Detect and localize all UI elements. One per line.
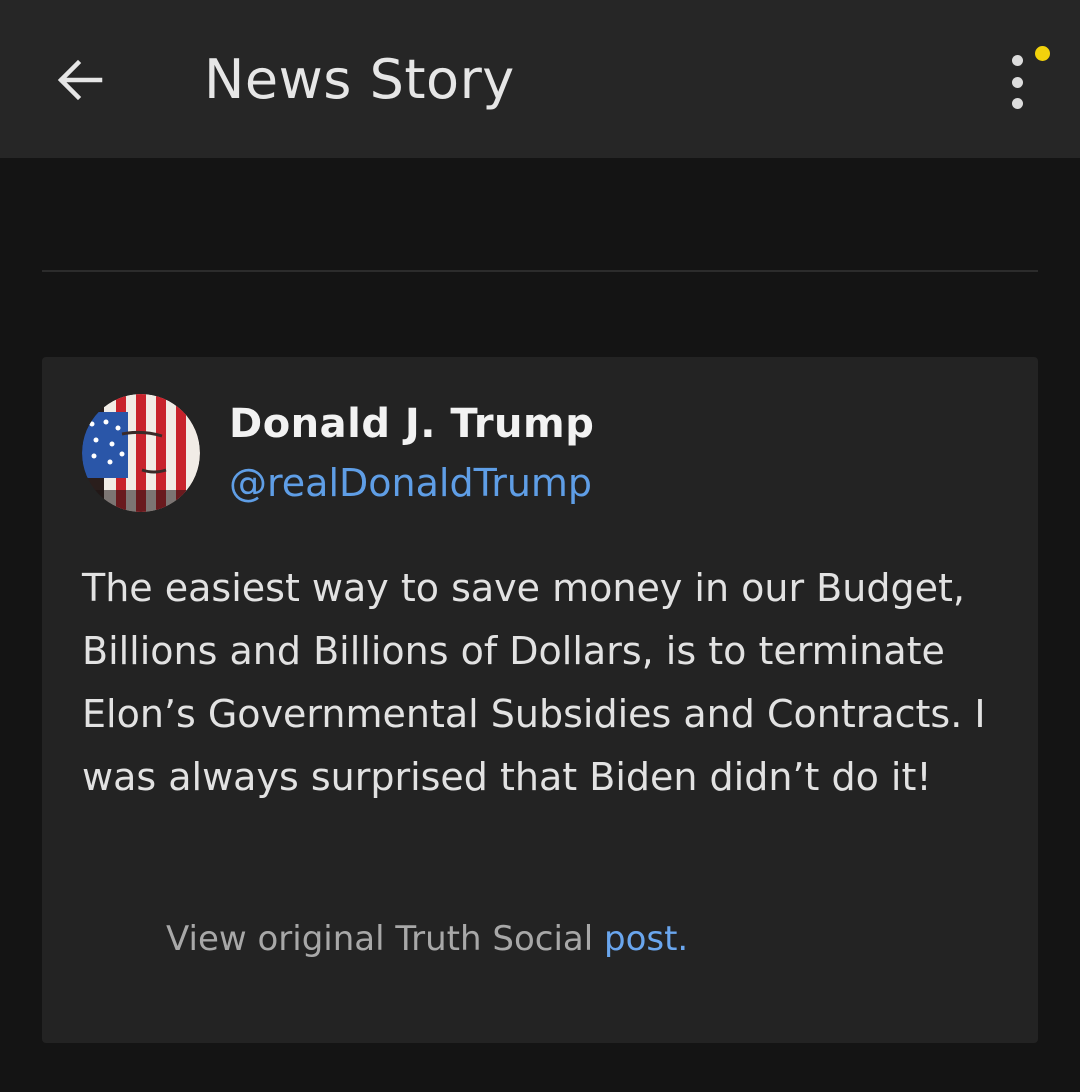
app-bar: News Story [0,0,1080,158]
arrow-left-icon [57,59,103,101]
notification-dot [1035,46,1050,61]
author-handle-link[interactable]: @realDonaldTrump [229,461,592,505]
more-vertical-icon-dot [1012,98,1023,109]
author-name: Donald J. Trump [229,401,595,447]
divider [42,270,1038,272]
post-card: Donald J. Trump @realDonaldTrump The eas… [42,357,1038,1043]
more-vertical-icon [1012,55,1023,66]
avatar-flag-portrait-icon [82,394,200,512]
view-post-link[interactable]: post. [604,919,688,959]
page-title: News Story [204,48,515,111]
back-button[interactable] [44,44,116,116]
source-prefix: View original Truth Social [166,919,594,959]
more-options-button[interactable] [990,40,1060,120]
more-vertical-icon-dot [1012,77,1023,88]
post-text: The easiest way to save money in our Bud… [82,566,986,799]
avatar[interactable] [82,394,200,512]
source-line: View original Truth Social post. [166,919,688,959]
